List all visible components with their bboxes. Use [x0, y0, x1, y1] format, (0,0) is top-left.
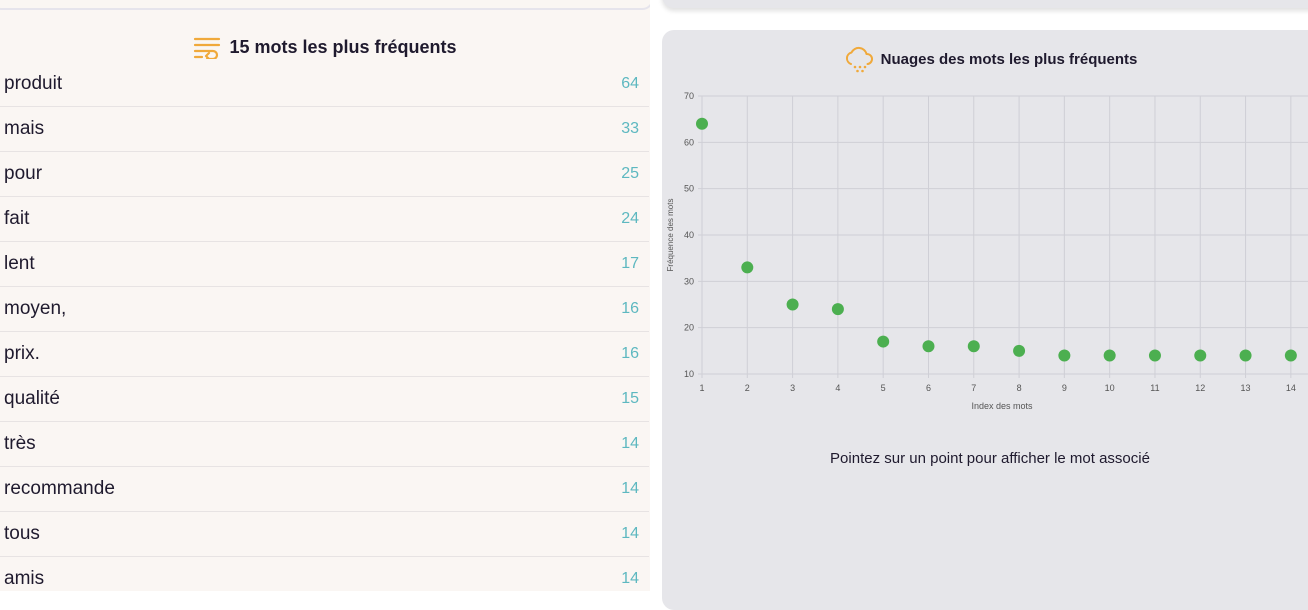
word-label: amis	[4, 568, 45, 589]
word-list-header: 15 mots les plus fréquents	[0, 34, 650, 61]
data-point	[696, 117, 708, 130]
word-count: 17	[621, 255, 639, 272]
data-point	[786, 298, 799, 311]
word-count: 33	[621, 120, 639, 137]
x-tick-label: 6	[926, 383, 931, 393]
word-label: prix.	[4, 343, 40, 364]
y-axis-title: Fréquence des mots	[666, 199, 675, 272]
word-label: mais	[4, 118, 45, 139]
word-label: lent	[4, 253, 35, 274]
data-point	[741, 261, 754, 274]
x-tick-label: 7	[971, 383, 976, 393]
x-tick-label: 4	[835, 383, 840, 393]
data-point	[1194, 349, 1207, 362]
previous-card	[0, 0, 650, 10]
word-list-item: amis 14	[0, 557, 649, 591]
x-tick-label: 8	[1017, 383, 1022, 393]
x-tick-label: 2	[745, 383, 750, 393]
x-axis-title: Index des mots	[971, 401, 1033, 411]
word-list-item: fait 24	[0, 197, 649, 242]
x-tick-label: 12	[1195, 383, 1205, 393]
word-cloud-card: Nuages des mots les plus fréquents 10 20 3…	[662, 30, 1308, 610]
word-label: qualité	[4, 388, 60, 409]
word-list-item: recommande 14	[0, 467, 649, 512]
y-tick-label: 70	[684, 91, 694, 101]
x-tick-label: 10	[1105, 383, 1115, 393]
data-point	[1013, 344, 1026, 357]
word-list-item: produit 64	[0, 62, 649, 107]
word-count: 14	[621, 435, 639, 452]
word-label: tous	[4, 523, 40, 544]
word-list-item: lent 17	[0, 242, 649, 287]
word-label: recommande	[4, 478, 115, 499]
word-count: 14	[621, 480, 639, 497]
y-tick-label: 10	[684, 369, 694, 379]
data-point	[877, 335, 890, 348]
word-count: 24	[621, 210, 639, 227]
y-tick-label: 40	[684, 230, 694, 240]
data-point	[1284, 349, 1297, 362]
word-label: très	[4, 433, 36, 454]
word-list-title: 15 mots les plus fréquents	[229, 36, 457, 57]
word-list: produit 64 mais 33 pour 25 fait 24 lent 17 moyen, 1…	[0, 62, 649, 591]
word-count: 64	[621, 75, 639, 92]
word-list-item: mais 33	[0, 107, 649, 152]
word-frequency-scatter-chart: 10203040506070123456789101112131415Index…	[666, 91, 1308, 411]
y-tick-label: 30	[684, 276, 694, 286]
y-tick-label: 60	[684, 137, 694, 147]
word-count: 14	[621, 570, 639, 587]
word-label: moyen,	[4, 298, 67, 319]
word-list-item: prix. 16	[0, 332, 649, 377]
word-list-item: très 14	[0, 422, 649, 467]
word-list-item: pour 25	[0, 152, 649, 197]
x-tick-label: 1	[699, 383, 704, 393]
word-count: 25	[621, 165, 639, 182]
word-count: 16	[621, 300, 639, 317]
y-tick-label: 50	[684, 184, 694, 194]
word-list-item: moyen, 16	[0, 287, 649, 332]
data-point	[967, 340, 980, 353]
word-list-item: qualité 15	[0, 377, 649, 422]
y-tick-label: 20	[684, 323, 694, 333]
x-tick-label: 13	[1241, 383, 1251, 393]
word-count: 14	[621, 525, 639, 542]
x-tick-label: 11	[1150, 383, 1159, 393]
previous-card	[662, 0, 1308, 8]
data-point	[1148, 349, 1161, 362]
data-point	[1239, 349, 1252, 362]
word-list-item: tous 14	[0, 512, 649, 557]
word-count: 15	[621, 390, 639, 407]
word-frequency-panel: 15 mots les plus fréquents produit 64 mais…	[0, 0, 650, 591]
x-tick-label: 9	[1062, 383, 1067, 393]
x-tick-label: 3	[790, 383, 795, 393]
text-wrap-icon	[193, 35, 221, 61]
word-count: 16	[621, 345, 639, 362]
x-tick-label: 14	[1286, 383, 1296, 393]
data-point	[1103, 349, 1116, 362]
data-point	[922, 340, 935, 353]
chart-hint: Pointez sur un point pour afficher le mo…	[830, 450, 1150, 467]
data-point	[831, 303, 844, 316]
word-label: produit	[4, 73, 63, 94]
word-label: pour	[4, 163, 43, 184]
word-label: fait	[4, 208, 30, 229]
data-point	[1058, 349, 1071, 362]
x-tick-label: 5	[881, 383, 886, 393]
